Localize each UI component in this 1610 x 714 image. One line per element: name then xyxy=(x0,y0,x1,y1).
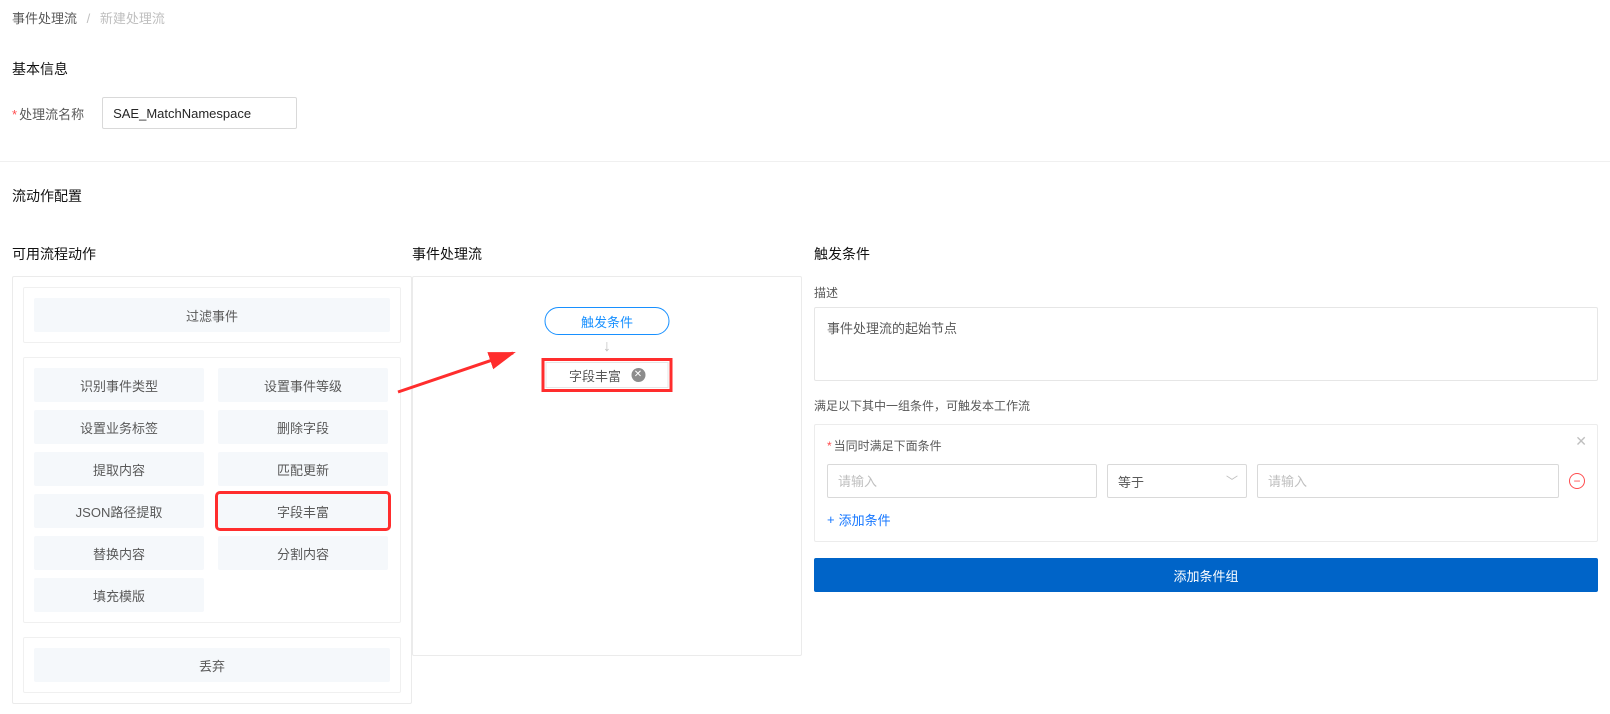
add-condition-label: 添加条件 xyxy=(839,510,891,529)
group-transforms: 识别事件类型 设置事件等级 设置业务标签 删除字段 提取内容 匹配更新 JSON… xyxy=(23,357,401,623)
condition-group: ✕ 当同时满足下面条件 等于 ﹀ − + 添加条件 xyxy=(814,424,1598,542)
group-discard: 丢弃 xyxy=(23,637,401,693)
action-extract-content[interactable]: 提取内容 xyxy=(34,452,204,486)
action-field-enrich[interactable]: 字段丰富 xyxy=(218,494,388,528)
action-discard[interactable]: 丢弃 xyxy=(34,648,390,682)
action-split-content[interactable]: 分割内容 xyxy=(218,536,388,570)
breadcrumb-current: 新建处理流 xyxy=(100,11,165,26)
add-condition-button[interactable]: + 添加条件 xyxy=(827,510,891,529)
flow-config-title: 流动作配置 xyxy=(12,186,1598,206)
flow-node-field-enrich[interactable]: 字段丰富 ✕ xyxy=(545,361,670,389)
breadcrumb-parent[interactable]: 事件处理流 xyxy=(12,11,77,26)
flow-node-label: 字段丰富 xyxy=(569,366,621,385)
action-fill-template[interactable]: 填充模版 xyxy=(34,578,204,612)
action-delete-field[interactable]: 删除字段 xyxy=(218,410,388,444)
flow-stack: 触发条件 ↓ 字段丰富 ✕ xyxy=(545,307,670,389)
breadcrumb-separator: / xyxy=(87,11,91,26)
trigger-desc-label: 描述 xyxy=(814,284,1598,301)
action-match-update[interactable]: 匹配更新 xyxy=(218,452,388,486)
trigger-hint: 满足以下其中一组条件，可触发本工作流 xyxy=(814,397,1598,414)
group-filter: 过滤事件 xyxy=(23,287,401,343)
flow-title: 事件处理流 xyxy=(412,244,802,264)
flow-name-row: 处理流名称 xyxy=(12,97,1598,129)
condition-value-input[interactable] xyxy=(1257,464,1559,498)
trigger-title: 触发条件 xyxy=(814,244,1598,264)
action-identify-event-type[interactable]: 识别事件类型 xyxy=(34,368,204,402)
condition-group-label: 当同时满足下面条件 xyxy=(827,439,942,453)
condition-field-input[interactable] xyxy=(827,464,1097,498)
config-columns: 可用流程动作 过滤事件 识别事件类型 设置事件等级 设置业务标签 删除字段 提取… xyxy=(0,234,1610,714)
flow-name-label: 处理流名称 xyxy=(12,104,84,123)
available-actions-panel: 过滤事件 识别事件类型 设置事件等级 设置业务标签 删除字段 提取内容 匹配更新… xyxy=(12,276,412,704)
flow-arrow-icon: ↓ xyxy=(603,339,611,355)
flow-name-input[interactable] xyxy=(102,97,297,129)
action-set-event-level[interactable]: 设置事件等级 xyxy=(218,368,388,402)
basic-info-title: 基本信息 xyxy=(12,59,1598,79)
breadcrumb: 事件处理流 / 新建处理流 xyxy=(0,0,1610,35)
flow-column: 事件处理流 触发条件 ↓ 字段丰富 ✕ xyxy=(412,244,802,704)
available-actions-title: 可用流程动作 xyxy=(12,244,412,264)
remove-group-icon[interactable]: ✕ xyxy=(1575,433,1587,450)
chevron-down-icon: ﹀ xyxy=(1226,473,1238,490)
action-filter-event[interactable]: 过滤事件 xyxy=(34,298,390,332)
flow-canvas[interactable]: 触发条件 ↓ 字段丰富 ✕ xyxy=(412,276,802,656)
remove-condition-icon[interactable]: − xyxy=(1569,473,1585,489)
basic-info-section: 基本信息 处理流名称 xyxy=(0,35,1610,157)
flow-node-remove-icon[interactable]: ✕ xyxy=(631,368,645,382)
condition-row: 等于 ﹀ − xyxy=(827,464,1585,498)
trigger-column: 触发条件 描述 事件处理流的起始节点 满足以下其中一组条件，可触发本工作流 ✕ … xyxy=(802,244,1598,704)
add-condition-group-button[interactable]: 添加条件组 xyxy=(814,558,1598,592)
plus-icon: + xyxy=(827,512,835,527)
flow-config-section: 流动作配置 xyxy=(0,162,1610,234)
action-replace-content[interactable]: 替换内容 xyxy=(34,536,204,570)
available-actions-column: 可用流程动作 过滤事件 识别事件类型 设置事件等级 设置业务标签 删除字段 提取… xyxy=(12,244,412,704)
action-json-path-extract[interactable]: JSON路径提取 xyxy=(34,494,204,528)
action-set-business-tag[interactable]: 设置业务标签 xyxy=(34,410,204,444)
trigger-desc-box: 事件处理流的起始节点 xyxy=(814,307,1598,381)
flow-node-trigger[interactable]: 触发条件 xyxy=(545,307,670,335)
condition-operator-select[interactable]: 等于 ﹀ xyxy=(1107,464,1247,498)
condition-operator-label: 等于 xyxy=(1118,472,1144,491)
